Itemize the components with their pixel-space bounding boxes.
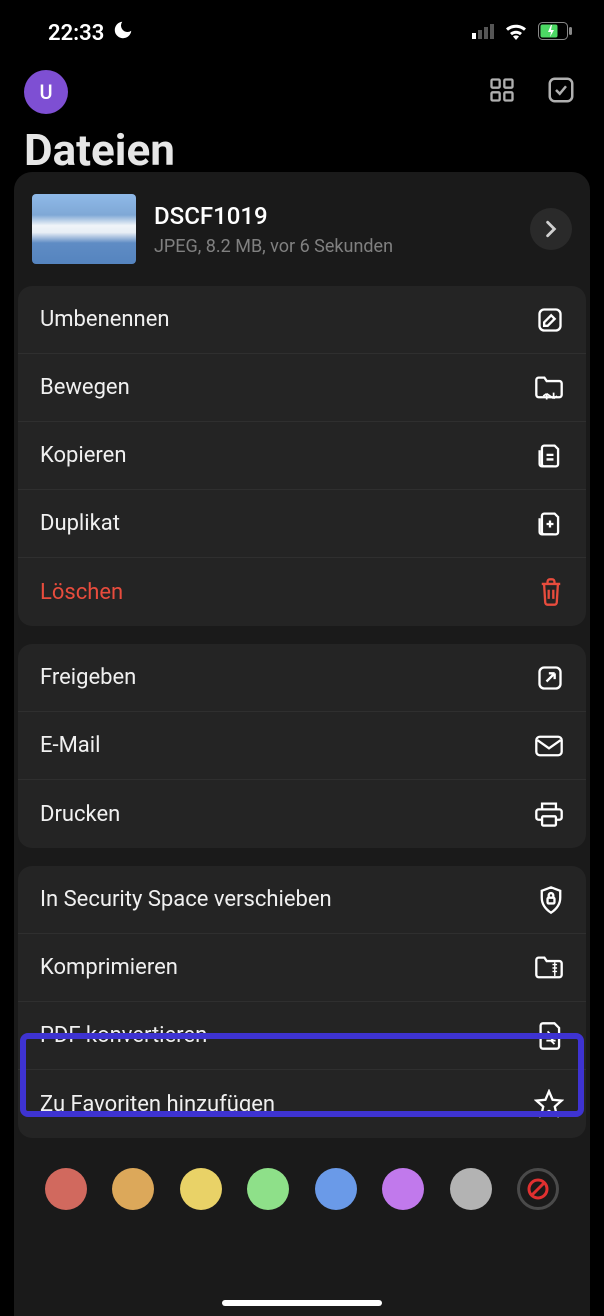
star-icon	[534, 1089, 564, 1119]
cellular-icon	[472, 23, 494, 43]
color-tag-grey[interactable]	[450, 1168, 492, 1210]
select-icon[interactable]	[546, 75, 576, 109]
file-meta: JPEG, 8.2 MB, vor 6 Sekunden	[154, 236, 512, 257]
file-name: DSCF1019	[154, 202, 512, 230]
security-space-row[interactable]: In Security Space verschieben	[18, 866, 586, 934]
share-label: Freigeben	[40, 665, 136, 690]
copy-row[interactable]: Kopieren	[18, 422, 586, 490]
app-header: U	[0, 56, 604, 114]
shield-lock-icon	[538, 885, 564, 915]
trash-icon	[538, 577, 564, 607]
pdf-convert-label: PDF konvertieren	[40, 1023, 207, 1048]
share-icon	[536, 664, 564, 692]
compress-label: Komprimieren	[40, 955, 178, 980]
action-sheet: DSCF1019 JPEG, 8.2 MB, vor 6 Sekunden Um…	[14, 172, 590, 1316]
home-indicator[interactable]	[222, 1300, 382, 1306]
email-row[interactable]: E-Mail	[18, 712, 586, 780]
moon-icon	[112, 19, 134, 47]
printer-icon	[534, 800, 564, 828]
copy-label: Kopieren	[40, 443, 127, 468]
status-bar: 22:33	[0, 0, 604, 56]
avatar-letter: U	[39, 80, 52, 104]
grid-view-icon[interactable]	[488, 76, 516, 108]
file-info: DSCF1019 JPEG, 8.2 MB, vor 6 Sekunden	[154, 202, 512, 257]
archive-icon	[534, 955, 564, 981]
pencil-icon	[536, 306, 564, 334]
file-details-button[interactable]	[530, 208, 572, 250]
color-tag-red[interactable]	[45, 1168, 87, 1210]
duplicate-icon	[536, 509, 564, 539]
rename-label: Umbenennen	[40, 307, 170, 332]
battery-icon	[538, 22, 572, 44]
print-label: Drucken	[40, 802, 120, 827]
pdf-icon	[538, 1021, 564, 1051]
color-tag-yellow[interactable]	[180, 1168, 222, 1210]
status-time: 22:33	[48, 21, 104, 46]
status-right	[472, 22, 572, 44]
action-group-share: Freigeben E-Mail Drucken	[18, 644, 586, 848]
duplicate-label: Duplikat	[40, 511, 120, 536]
color-tag-purple[interactable]	[382, 1168, 424, 1210]
wifi-icon	[504, 22, 528, 44]
rename-row[interactable]: Umbenennen	[18, 286, 586, 354]
no-color-icon	[526, 1177, 550, 1201]
favorite-row[interactable]: Zu Favoriten hinzufügen	[18, 1070, 586, 1138]
compress-row[interactable]: Komprimieren	[18, 934, 586, 1002]
color-tag-row	[14, 1156, 590, 1210]
security-space-label: In Security Space verschieben	[40, 887, 332, 912]
delete-row[interactable]: Löschen	[18, 558, 586, 626]
email-label: E-Mail	[40, 733, 100, 758]
mail-icon	[534, 734, 564, 758]
file-thumbnail	[32, 194, 136, 264]
print-row[interactable]: Drucken	[18, 780, 586, 848]
chevron-right-icon	[544, 220, 558, 238]
share-row[interactable]: Freigeben	[18, 644, 586, 712]
avatar[interactable]: U	[24, 70, 68, 114]
color-tag-blue[interactable]	[315, 1168, 357, 1210]
pdf-convert-row[interactable]: PDF konvertieren	[18, 1002, 586, 1070]
page-title: Dateien	[0, 114, 604, 176]
favorite-label: Zu Favoriten hinzufügen	[40, 1092, 275, 1117]
color-tag-green[interactable]	[247, 1168, 289, 1210]
move-row[interactable]: Bewegen	[18, 354, 586, 422]
color-tag-none[interactable]	[517, 1168, 559, 1210]
action-group-advanced: In Security Space verschieben Komprimier…	[18, 866, 586, 1138]
color-tag-orange[interactable]	[112, 1168, 154, 1210]
folder-move-icon	[534, 375, 564, 401]
copy-icon	[536, 441, 564, 471]
status-left: 22:33	[48, 19, 134, 47]
file-header[interactable]: DSCF1019 JPEG, 8.2 MB, vor 6 Sekunden	[14, 172, 590, 286]
action-group-file: Umbenennen Bewegen Kopieren Duplikat Lös…	[18, 286, 586, 626]
delete-label: Löschen	[40, 580, 123, 605]
move-label: Bewegen	[40, 375, 130, 400]
duplicate-row[interactable]: Duplikat	[18, 490, 586, 558]
